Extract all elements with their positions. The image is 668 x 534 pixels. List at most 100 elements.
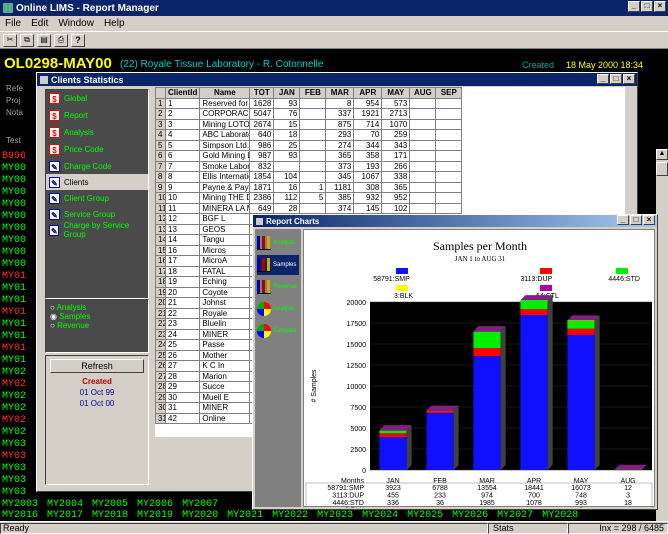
table-row[interactable]: 5 5 Simpson Ltd. 986 25 274 344 343 (155, 139, 463, 151)
bg-code[interactable]: MY02 (2, 427, 26, 439)
report-menu-item-client-group[interactable]: ✎ Client Group (46, 190, 148, 206)
bg-code[interactable]: MY2005 (92, 499, 128, 510)
bg-code[interactable]: MY2027 (497, 510, 533, 521)
report-menu-item-analysis[interactable]: $ Analysis (46, 124, 148, 141)
column-header[interactable]: FEB (299, 87, 327, 99)
close-icon[interactable]: × (643, 215, 655, 225)
table-row[interactable]: 22CORPORACIO50477633719212713 (155, 108, 463, 120)
bg-code[interactable]: MY2026 (452, 510, 488, 521)
bg-code[interactable]: B996 (2, 151, 26, 163)
report-menu-item-price-code[interactable]: $ Price Code (46, 141, 148, 158)
minimize-icon[interactable]: _ (597, 74, 609, 84)
print-icon[interactable]: ⎙ (54, 33, 68, 47)
bg-code[interactable]: MY2023 (317, 510, 353, 521)
bg-code[interactable]: MY00 (2, 259, 26, 271)
paste-icon[interactable]: ▤ (37, 33, 51, 47)
bg-code[interactable]: MY00 (2, 199, 26, 211)
bg-code[interactable]: MY00 (2, 175, 26, 187)
bg-code[interactable]: MY2007 (182, 499, 218, 510)
bg-code[interactable]: MY2025 (407, 510, 443, 521)
bg-code[interactable]: MY2017 (47, 510, 83, 521)
maximize-icon[interactable]: □ (630, 215, 642, 225)
bg-code[interactable]: MY00 (2, 187, 26, 199)
bg-code[interactable]: MY02 (2, 403, 26, 415)
menu-file[interactable]: File (0, 18, 26, 29)
copy-icon[interactable]: ⧉ (20, 33, 34, 47)
bg-code[interactable]: MY00 (2, 163, 26, 175)
bg-code[interactable]: MY00 (2, 223, 26, 235)
maximize-icon[interactable]: □ (641, 1, 653, 12)
bg-code[interactable]: MY2028 (542, 510, 578, 521)
chart-button-analysis-pie[interactable]: Analysis (257, 299, 299, 319)
bg-code[interactable]: MY02 (2, 379, 26, 391)
table-row[interactable]: 7 7 Smoke Labora 832 373 193 266 (155, 160, 463, 172)
table-row[interactable]: 8 8 Ellis Internatio 1854 104 345 1067 338 (155, 171, 463, 183)
close-icon[interactable]: × (623, 74, 635, 84)
bg-code[interactable]: MY00 (2, 235, 26, 247)
bg-code[interactable]: MY2022 (272, 510, 308, 521)
bg-code[interactable]: MY2020 (182, 510, 218, 521)
column-header[interactable]: SEP (435, 87, 463, 99)
chart-button-revenue[interactable]: Revenue (257, 277, 299, 297)
bg-code[interactable]: MY03 (2, 487, 26, 499)
column-header[interactable]: Name (199, 87, 251, 99)
radio-analysis[interactable]: ○ Analysis (50, 303, 144, 312)
bg-code[interactable]: MY2004 (47, 499, 83, 510)
bg-code[interactable]: MY03 (2, 475, 26, 487)
close-icon[interactable]: × (654, 1, 666, 12)
column-header[interactable]: MAY (381, 87, 411, 99)
column-header[interactable]: AUG (409, 87, 437, 99)
bg-code[interactable]: MY01 (2, 331, 26, 343)
column-header[interactable]: ClientId (164, 87, 201, 99)
bg-code[interactable]: MY02 (2, 415, 26, 427)
table-row[interactable]: 3 3 Mining LOTOF 2674 15 875 714 1070 (155, 118, 463, 130)
table-row[interactable]: 11Reserved for m1628938954573 (155, 97, 463, 109)
radio-samples[interactable]: ◉ Samples (50, 312, 144, 321)
refresh-button[interactable]: Refresh (50, 359, 144, 373)
table-row[interactable]: 11 11 MINERA LA M 649 28 374 145 102 (155, 202, 463, 214)
bg-code[interactable]: MY2003 (2, 499, 38, 510)
help-icon[interactable]: ? (71, 33, 85, 47)
report-menu-item-report[interactable]: $ Report (46, 107, 148, 124)
column-header[interactable] (155, 87, 166, 99)
bg-code[interactable]: MY02 (2, 391, 26, 403)
bg-code[interactable]: MY01 (2, 307, 26, 319)
bg-code[interactable]: MY03 (2, 463, 26, 475)
column-header[interactable]: TOT (249, 87, 275, 99)
menu-help[interactable]: Help (99, 18, 130, 29)
bg-code[interactable]: MY2018 (92, 510, 128, 521)
report-menu-item-clients[interactable]: ✎ Clients (46, 174, 148, 190)
chart-button-samples-pie[interactable]: Samples (257, 321, 299, 341)
bg-code[interactable]: MY01 (2, 319, 26, 331)
bg-code[interactable]: MY00 (2, 247, 26, 259)
bg-code[interactable]: MY01 (2, 283, 26, 295)
column-header[interactable]: APR (353, 87, 383, 99)
report-menu-item-service-group[interactable]: ✎ Service Group (46, 206, 148, 222)
table-row[interactable]: 6 6 Gold Mining Lt 987 93 365 358 171 (155, 150, 463, 162)
bg-code[interactable]: MY01 (2, 355, 26, 367)
bg-code[interactable]: MY03 (2, 439, 26, 451)
menu-window[interactable]: Window (53, 18, 99, 29)
bg-code[interactable]: MY2006 (137, 499, 173, 510)
bg-code[interactable]: MY00 (2, 211, 26, 223)
bg-code[interactable]: MY2024 (362, 510, 398, 521)
bg-code[interactable]: MY01 (2, 295, 26, 307)
report-menu-item-charge-by-service-group[interactable]: ✎ Charge by Service Group (46, 221, 148, 239)
table-row[interactable]: 1010Mining THE D23861125385932952 (155, 192, 463, 204)
scroll-thumb[interactable] (656, 162, 668, 176)
menu-edit[interactable]: Edit (26, 18, 53, 29)
bg-code[interactable]: MY2016 (2, 510, 38, 521)
scroll-up-icon[interactable]: ▲ (656, 149, 668, 160)
bg-code[interactable]: MY01 (2, 271, 26, 283)
report-menu-item-charge-code[interactable]: ✎ Charge Code (46, 158, 148, 174)
chart-button-samples[interactable]: Samples (257, 255, 299, 275)
minimize-icon[interactable]: _ (617, 215, 629, 225)
minimize-icon[interactable]: _ (628, 1, 640, 12)
radio-revenue[interactable]: ○ Revenue (50, 321, 144, 330)
column-header[interactable]: MAR (325, 87, 355, 99)
bg-code[interactable]: MY02 (2, 367, 26, 379)
cut-icon[interactable]: ✂ (3, 33, 17, 47)
table-row[interactable]: 9 9 Payne & Payn 1871 16 1 1181 308 365 (155, 181, 463, 193)
report-menu-item-global[interactable]: $ Global (46, 90, 148, 107)
bg-code[interactable]: MY2019 (137, 510, 173, 521)
